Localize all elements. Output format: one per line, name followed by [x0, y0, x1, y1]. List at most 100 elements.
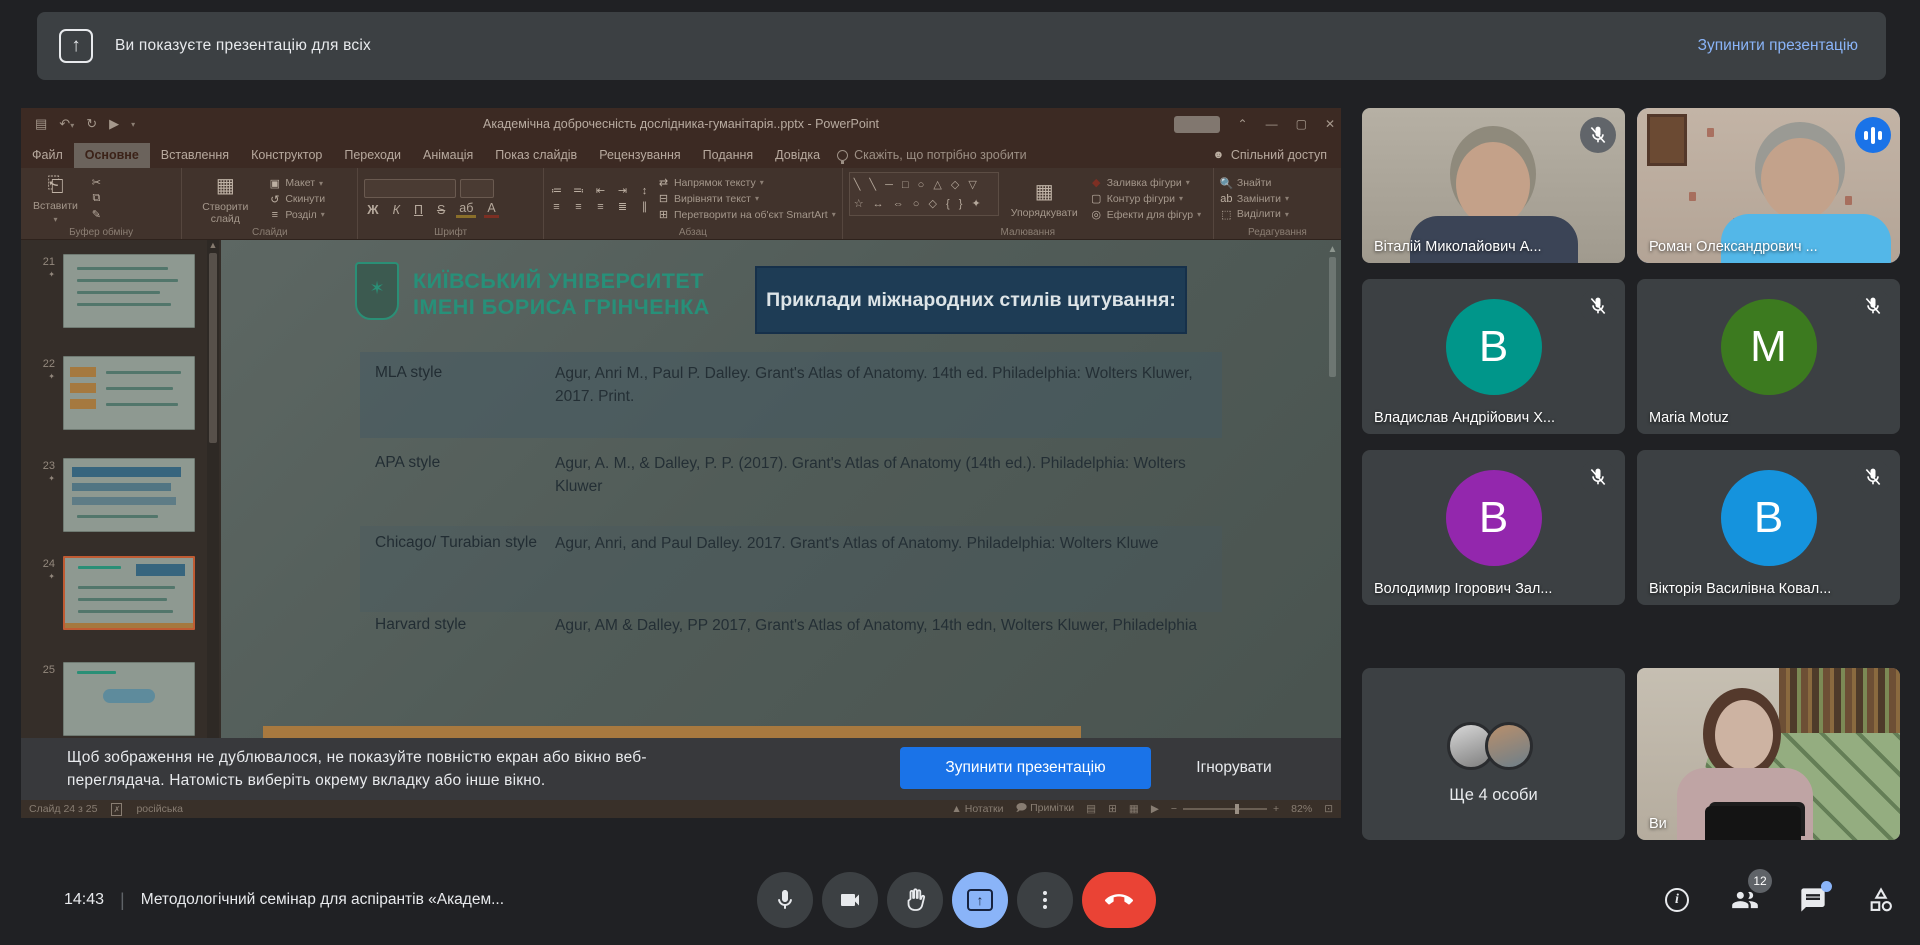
text-direction-button[interactable]: ⇄Напрямок тексту▾ — [657, 176, 836, 189]
self-view-tile[interactable]: Ви — [1637, 668, 1900, 840]
line-spacing-icon[interactable]: ↕ — [638, 185, 651, 197]
camera-button[interactable] — [822, 872, 878, 928]
slideshow-icon[interactable]: ▶ — [1151, 803, 1159, 815]
italic-button[interactable]: К — [390, 203, 403, 217]
comments-button[interactable]: 🗩 Примітки — [1016, 800, 1075, 818]
tab-file[interactable]: Файл — [21, 143, 74, 168]
citation-text: Agur, AM & Dalley, PP 2017, Grant's Atla… — [555, 614, 1203, 637]
more-vert-icon — [1033, 888, 1057, 912]
end-call-button[interactable] — [1082, 872, 1156, 928]
participant-count-badge: 12 — [1748, 869, 1772, 893]
smartart-button[interactable]: ⊞Перетворити на об'єкт SmartArt▾ — [657, 208, 836, 221]
tab-transitions[interactable]: Переходи — [333, 143, 412, 168]
cut-icon[interactable]: ✂ — [90, 176, 103, 189]
zoom-level[interactable]: 82% — [1291, 803, 1312, 815]
tab-view[interactable]: Подання — [692, 143, 764, 168]
overflow-participants-tile[interactable]: Ще 4 особи — [1362, 668, 1625, 840]
slide-thumbnail-23[interactable]: 23✦ — [21, 458, 195, 532]
shape-effects-button[interactable]: ◎Ефекти для фігур▾ — [1090, 208, 1201, 221]
section-button[interactable]: ≡Розділ▾ — [268, 209, 325, 221]
notes-button[interactable]: ▲ Нотатки — [951, 803, 1003, 815]
slide-thumbnail-25[interactable]: 25 — [21, 662, 195, 736]
language-indicator[interactable]: російська — [136, 803, 183, 815]
tab-help[interactable]: Довідка — [764, 143, 831, 168]
participant-tile[interactable]: В Владислав Андрійович Х... — [1362, 279, 1625, 434]
tab-home[interactable]: Основне — [74, 143, 150, 168]
tab-design[interactable]: Конструктор — [240, 143, 333, 168]
slide-thumbnail-22[interactable]: 22✦ — [21, 356, 195, 430]
account-badge[interactable] — [1174, 116, 1220, 133]
copy-icon[interactable]: ⧉ — [90, 192, 103, 205]
align-right-icon[interactable]: ≡ — [594, 201, 607, 213]
participant-tile[interactable]: В Володимир Ігорович Зал... — [1362, 450, 1625, 605]
reading-view-icon[interactable]: ▦ — [1129, 803, 1139, 815]
tab-slideshow[interactable]: Показ слайдів — [484, 143, 588, 168]
slide-thumbnail-24-selected[interactable]: 24✦ — [21, 556, 195, 630]
more-options-button[interactable] — [1017, 872, 1073, 928]
meeting-details-button[interactable]: i — [1662, 885, 1692, 915]
raise-hand-button[interactable] — [887, 872, 943, 928]
bullets-icon[interactable]: ≔ — [550, 184, 563, 197]
find-button[interactable]: 🔍Знайти — [1220, 177, 1289, 190]
participant-tile-speaking[interactable]: Роман Олександрович ... — [1637, 108, 1900, 263]
reset-button[interactable]: ↺Скинути — [268, 193, 325, 206]
scroll-up-icon[interactable]: ▲ — [1326, 244, 1339, 255]
spellcheck-icon[interactable]: ✗ — [111, 803, 122, 816]
minimize-icon[interactable]: — — [1266, 117, 1278, 131]
numbering-icon[interactable]: ≕ — [572, 184, 585, 197]
stop-presenting-button[interactable]: Зупинити презентацію — [900, 747, 1151, 789]
shapes-gallery[interactable]: ╲ ╲ ─ □ ○ △ ◇ ▽ ☆ ↔ ⇔ ○ ◇ { } ✦ — [849, 172, 999, 216]
underline-button[interactable]: П — [411, 203, 426, 217]
chat-button[interactable] — [1798, 885, 1828, 915]
zoom-slider[interactable]: − + — [1171, 803, 1279, 815]
present-button-active[interactable]: ↑ — [952, 872, 1008, 928]
font-size-box[interactable] — [460, 179, 494, 198]
align-left-icon[interactable]: ≡ — [550, 201, 563, 213]
share-button[interactable]: ☻ Спільний доступ — [1212, 148, 1327, 168]
shape-outline-button[interactable]: ▢Контур фігури▾ — [1090, 192, 1201, 205]
select-button[interactable]: ⬚Виділити▾ — [1220, 208, 1289, 221]
stop-presenting-link[interactable]: Зупинити презентацію — [1698, 37, 1858, 55]
tab-insert[interactable]: Вставлення — [150, 143, 240, 168]
normal-view-icon[interactable]: ▤ — [1086, 803, 1096, 815]
citation-text: Agur, Anri, and Paul Dalley. 2017. Grant… — [555, 532, 1203, 555]
activities-button[interactable] — [1866, 885, 1896, 915]
bold-button[interactable]: Ж — [364, 203, 381, 217]
format-painter-icon[interactable]: ✎ — [90, 208, 103, 221]
text-highlight-icon[interactable]: аб — [456, 201, 476, 218]
layout-button[interactable]: ▣Макет▾ — [268, 177, 325, 190]
decrease-indent-icon[interactable]: ⇤ — [594, 184, 607, 197]
fit-to-window-icon[interactable]: ⊡ — [1324, 803, 1333, 815]
show-participants-button[interactable]: 12 — [1730, 885, 1760, 915]
arrange-button[interactable]: ▦ Упорядкувати — [1005, 172, 1084, 225]
ribbon-display-options-icon[interactable]: ⌃ — [1238, 117, 1248, 131]
new-slide-button[interactable]: ▦ Створити слайд — [188, 172, 262, 225]
font-name-box[interactable] — [364, 179, 456, 198]
editor-scrollbar[interactable]: ▲ — [1326, 244, 1339, 740]
align-center-icon[interactable]: ≡ — [572, 201, 585, 213]
ignore-button[interactable]: Ігнорувати — [1169, 747, 1299, 789]
columns-icon[interactable]: ∥ — [638, 200, 651, 213]
participant-tile[interactable]: В Вікторія Василівна Ковал... — [1637, 450, 1900, 605]
panel-scrollbar[interactable]: ▲ — [207, 240, 219, 800]
tab-animations[interactable]: Анімація — [412, 143, 484, 168]
restore-icon[interactable]: ▢ — [1296, 117, 1307, 131]
justify-icon[interactable]: ≣ — [616, 200, 629, 213]
tell-me-box[interactable]: Скажіть, що потрібно зробити — [837, 148, 1027, 168]
slide-sorter-icon[interactable]: ⊞ — [1108, 803, 1117, 815]
replace-button[interactable]: abЗамінити▾ — [1220, 193, 1289, 205]
strikethrough-button[interactable]: S — [434, 203, 448, 217]
font-color-icon[interactable]: А — [484, 201, 498, 218]
paste-button[interactable]: ⎗ Вставити▾ — [27, 172, 84, 225]
shape-fill-button[interactable]: ◆Заливка фігури▾ — [1090, 176, 1201, 189]
tab-review[interactable]: Рецензування — [588, 143, 691, 168]
participant-tile[interactable]: M Maria Motuz — [1637, 279, 1900, 434]
participant-tile[interactable]: Віталій Миколайович А... — [1362, 108, 1625, 263]
scroll-up-icon[interactable]: ▲ — [207, 240, 219, 250]
align-text-button[interactable]: ⊟Вирівняти текст▾ — [657, 192, 836, 205]
slide-thumbnail-21[interactable]: 21✦ — [21, 254, 195, 328]
avatar: В — [1446, 470, 1542, 566]
close-icon[interactable]: ✕ — [1325, 117, 1335, 131]
increase-indent-icon[interactable]: ⇥ — [616, 184, 629, 197]
mic-button[interactable] — [757, 872, 813, 928]
